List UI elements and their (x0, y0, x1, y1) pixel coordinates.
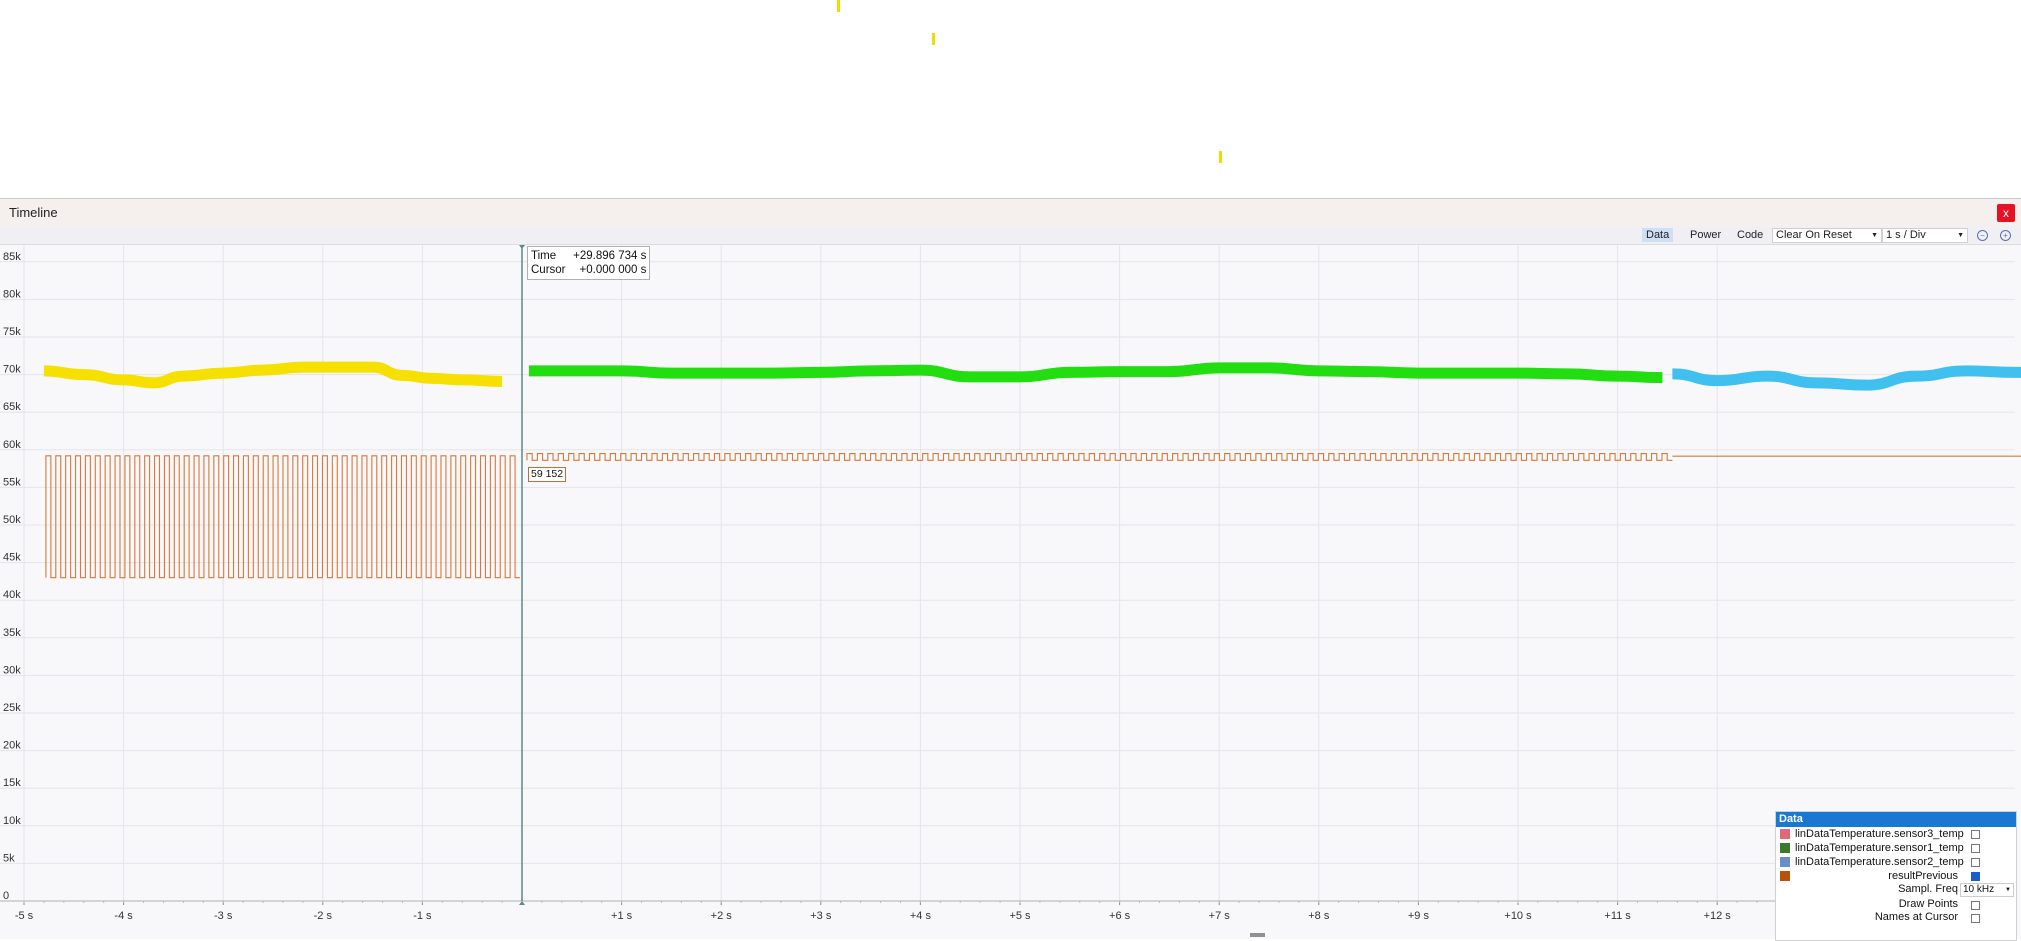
names-at-cursor-label: Names at Cursor (1874, 911, 1958, 923)
names-at-cursor-checkbox[interactable] (1971, 914, 1980, 923)
legend-label: linDataTemperature.sensor2_temp (1795, 856, 1964, 868)
signal-value-label: 59 152 (528, 467, 567, 482)
x-tick-label: -4 s (114, 910, 133, 922)
x-tick-label: +10 s (1504, 910, 1532, 922)
legend-item[interactable]: linDataTemperature.sensor3_temp (1776, 827, 2016, 841)
square-wave-series (526, 453, 1673, 461)
clear-mode-value: Clear On Reset (1776, 229, 1852, 241)
x-tick-label: +1 s (611, 910, 633, 922)
legend-label: linDataTemperature.sensor1_temp (1795, 842, 1964, 854)
yellow-marker (837, 0, 840, 12)
x-tick-label: +12 s (1704, 910, 1732, 922)
title-bar: Timeline x (0, 199, 2021, 227)
series-color-swatch (1780, 871, 1790, 881)
legend-label: resultPrevious (1888, 870, 1958, 882)
x-tick-label: +8 s (1308, 910, 1330, 922)
x-tick-label: -1 s (413, 910, 432, 922)
legend-item[interactable]: linDataTemperature.sensor2_temp (1776, 855, 2016, 869)
legend-label: linDataTemperature.sensor3_temp (1795, 828, 1964, 840)
x-tick-label: +11 s (1604, 910, 1631, 922)
y-tick-label: 50k (3, 514, 21, 526)
draw-points-label: Draw Points (1898, 898, 1958, 910)
data-tab-button[interactable]: Data (1642, 228, 1674, 242)
names-at-cursor-row: Names at Cursor (1776, 911, 2016, 924)
y-tick-label: 5k (3, 852, 15, 864)
yellow-marker (1219, 151, 1222, 163)
timeline-window: Timeline x Data Power Code Clear On Rese… (0, 198, 2021, 941)
horizontal-scroll-handle[interactable] (1250, 933, 1265, 937)
chevron-down-icon: ▼ (1957, 232, 1964, 239)
y-tick-label: 45k (3, 552, 21, 564)
background-window-area (0, 0, 2021, 198)
x-tick-label: -2 s (314, 910, 333, 922)
y-tick-label: 15k (3, 777, 21, 789)
y-tick-label: 60k (3, 439, 21, 451)
y-tick-label: 20k (3, 740, 21, 752)
y-tick-label: 10k (3, 815, 21, 827)
x-tick-label: +2 s (711, 910, 733, 922)
x-tick-label: +3 s (810, 910, 832, 922)
y-tick-label: 40k (3, 589, 21, 601)
x-tick-label: +9 s (1408, 910, 1430, 922)
sampl-freq-value: 10 kHz (1963, 884, 1995, 895)
yellow-marker (932, 33, 935, 45)
draw-points-row: Draw Points (1776, 898, 2016, 911)
timeline-chart[interactable]: 0 5k 10k 15k 20k 25k 30k 35k 40k 45k 50k 55k 60k 65k 7… (0, 245, 2021, 939)
clear-mode-select[interactable]: Clear On Reset ▼ (1772, 228, 1882, 243)
series-checkbox[interactable] (1971, 858, 1980, 867)
cursor-value: +0.000 000 s (579, 264, 647, 276)
y-tick-label: 25k (3, 702, 21, 714)
series-checkbox[interactable] (1971, 830, 1980, 839)
time-value: +29.896 734 s (573, 250, 647, 262)
zoom-in-icon[interactable]: + (2000, 230, 2011, 241)
chevron-down-icon: ▼ (2005, 887, 2011, 893)
y-tick-label: 75k (3, 326, 21, 338)
time-div-select[interactable]: 1 s / Div ▼ (1882, 228, 1968, 243)
draw-points-checkbox[interactable] (1971, 901, 1980, 910)
zoom-out-icon[interactable]: − (1977, 230, 1988, 241)
series-color-swatch (1780, 857, 1790, 867)
time-div-value: 1 s / Div (1886, 229, 1926, 241)
x-tick-label: -3 s (214, 910, 233, 922)
power-tab-button[interactable]: Power (1686, 228, 1725, 242)
y-tick-label: 55k (3, 476, 21, 488)
series-checkbox[interactable] (1971, 844, 1980, 853)
y-tick-label: 70k (3, 364, 21, 376)
sampl-freq-row: Sampl. Freq 10 kHz ▼ (1776, 883, 2016, 898)
cursor-info-box: Time +29.896 734 s Cursor +0.000 000 s (527, 246, 651, 280)
y-tick-label: 0 (3, 890, 9, 902)
code-tab-button[interactable]: Code (1733, 228, 1767, 242)
toolbar: Data Power Code Clear On Reset ▼ 1 s / Di… (0, 226, 2021, 245)
series-color-swatch (1780, 829, 1790, 839)
time-label: Time (531, 250, 557, 262)
sampl-freq-select[interactable]: 10 kHz ▼ (1960, 883, 2014, 897)
data-panel-header: Data (1776, 812, 2016, 827)
y-tick-label: 85k (3, 251, 21, 263)
chevron-down-icon: ▼ (1871, 232, 1878, 239)
y-tick-label: 80k (3, 288, 21, 300)
x-tick-label: +7 s (1209, 910, 1231, 922)
series-color-swatch (1780, 843, 1790, 853)
y-tick-label: 35k (3, 627, 21, 639)
x-tick-label: +4 s (910, 910, 932, 922)
sampl-freq-label: Sampl. Freq (1898, 883, 1958, 895)
x-tick-label: +6 s (1109, 910, 1131, 922)
window-title: Timeline (9, 205, 58, 220)
close-button[interactable]: x (1997, 204, 2015, 222)
x-tick-label: -5 s (15, 910, 34, 922)
y-tick-label: 30k (3, 664, 21, 676)
legend-item[interactable]: resultPrevious (1776, 869, 2016, 883)
temperature-series-line (528, 362, 1663, 384)
x-tick-label: +5 s (1009, 910, 1031, 922)
cursor-bottom-marker (519, 901, 525, 905)
y-tick-label: 65k (3, 401, 21, 413)
data-legend-panel: Data linDataTemperature.sensor3_temp lin… (1775, 811, 2017, 941)
legend-item[interactable]: linDataTemperature.sensor1_temp (1776, 841, 2016, 855)
series-checkbox[interactable] (1971, 872, 1980, 881)
cursor-label: Cursor (531, 264, 566, 276)
